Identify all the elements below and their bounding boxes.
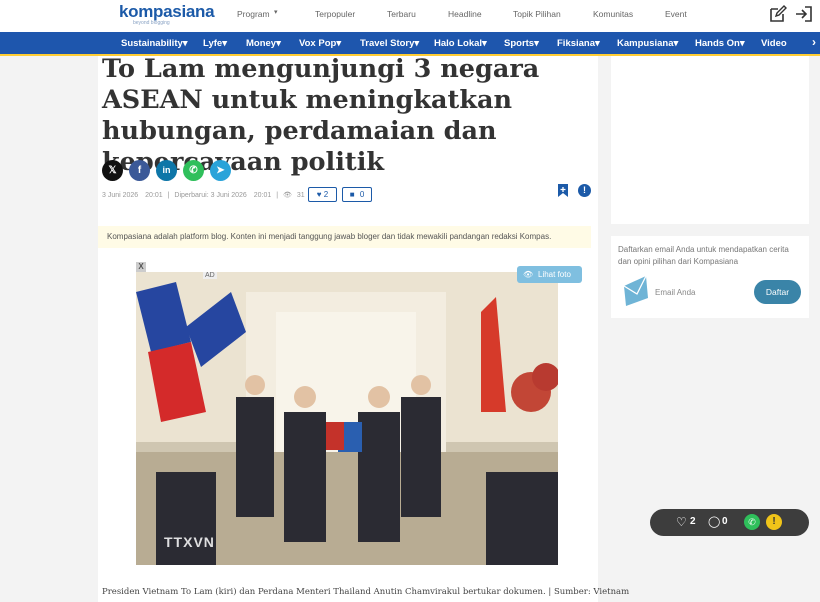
nav-terbaru[interactable]: Terbaru [387,9,416,19]
comment-icon: ■ [349,190,355,199]
subscribe-button[interactable]: Daftar [754,280,801,304]
separator: | [276,192,279,199]
updated-time: 20:01 [253,192,272,199]
chevron-down-icon[interactable]: ▾ [274,8,278,16]
x-icon[interactable]: 𝕏 [102,160,123,181]
cat-sustainability[interactable]: Sustainability▾ [121,38,188,49]
whatsapp-icon[interactable]: ✆ [744,514,760,530]
comment-button[interactable]: ■ 0 [342,187,372,202]
email-field[interactable]: Email Anda [650,282,760,304]
cat-kampusiana[interactable]: Kampusiana▾ [617,38,678,49]
newsletter-text: Daftarkan email Anda untuk mendapatkan c… [618,245,789,266]
cat-sports[interactable]: Sports▾ [504,38,539,49]
updated-date: Diperbarui: 3 Juni 2026 [174,192,247,199]
nav-topik-pilihan[interactable]: Topik Pilihan [513,9,561,19]
logo-text: kompasiana [119,2,215,21]
view-photo-label: Lihat foto [538,270,571,279]
cat-lyfe[interactable]: Lyfe▾ [203,38,227,49]
report-icon[interactable]: ! [578,184,591,197]
nav-headline[interactable]: Headline [448,9,482,19]
cat-vox-pop[interactable]: Vox Pop▾ [299,38,341,49]
like-count: 2 [323,190,329,199]
login-icon[interactable] [795,5,813,23]
site-logo[interactable]: kompasiana beyond blogging [119,2,215,26]
cat-halo-lokal[interactable]: Halo Lokal▾ [434,38,487,49]
linkedin-icon[interactable]: in [156,160,177,181]
whatsapp-icon[interactable]: ✆ [183,160,204,181]
nav-komunitas[interactable]: Komunitas [593,9,633,19]
cat-money[interactable]: Money▾ [246,38,281,49]
photo-illustration [136,272,558,565]
article-meta: 3 Juni 2026 20:01 | Diperbarui: 3 Juni 2… [102,191,305,199]
eye-icon: 👁 [523,270,534,279]
chevron-right-icon[interactable]: › [812,35,816,49]
separator: | [167,192,170,199]
sidebar-ad-panel [611,56,809,224]
bookmark-icon[interactable] [557,183,569,198]
view-photo-button[interactable]: 👁 Lihat foto [517,266,582,283]
photo-watermark: TTXVN [164,534,215,550]
disclaimer-notice: Kompasiana adalah platform blog. Konten … [98,226,591,248]
nav-terpopuler[interactable]: Terpopuler [315,9,355,19]
publish-date: 3 Juni 2026 [102,192,139,199]
floating-comment-count: 0 [722,516,728,527]
comment-icon[interactable]: ◯ [708,515,720,528]
eye-icon: 👁 [283,192,292,199]
cat-hands-on[interactable]: Hands On▾ [695,38,745,49]
heart-icon[interactable]: ♡ [676,515,687,529]
floating-action-bar: ♡ 2 ◯ 0 ✆ ! [650,509,809,536]
floating-like-count: 2 [690,516,696,527]
telegram-icon[interactable]: ➤ [210,160,231,181]
category-nav: Sustainability▾ Lyfe▾ Money▾ Vox Pop▾ Tr… [0,32,820,56]
facebook-icon[interactable]: f [129,160,150,181]
like-button[interactable]: ♥ 2 [308,187,337,202]
cat-travel-story[interactable]: Travel Story▾ [360,38,419,49]
photo-caption: Presiden Vietnam To Lam (kiri) dan Perda… [102,587,630,597]
publish-time: 20:01 [145,192,163,199]
cat-video[interactable]: Video [761,38,787,49]
heart-icon: ♥ [316,190,322,199]
ad-label: AD [203,272,217,279]
view-count: 31 [296,192,305,199]
nav-program[interactable]: Program [237,9,270,19]
envelope-icon [623,275,648,306]
comment-count: 0 [359,190,365,199]
close-ad-button[interactable]: X [136,262,146,272]
cat-fiksiana[interactable]: Fiksiana▾ [557,38,600,49]
article-photo[interactable]: TTXVN [136,272,558,565]
report-icon[interactable]: ! [766,514,782,530]
article-title: To Lam mengunjungi 3 negara ASEAN untuk … [102,54,540,177]
write-icon[interactable] [769,5,787,23]
nav-event[interactable]: Event [665,9,687,19]
top-header: kompasiana beyond blogging Program ▾ Ter… [0,0,820,32]
